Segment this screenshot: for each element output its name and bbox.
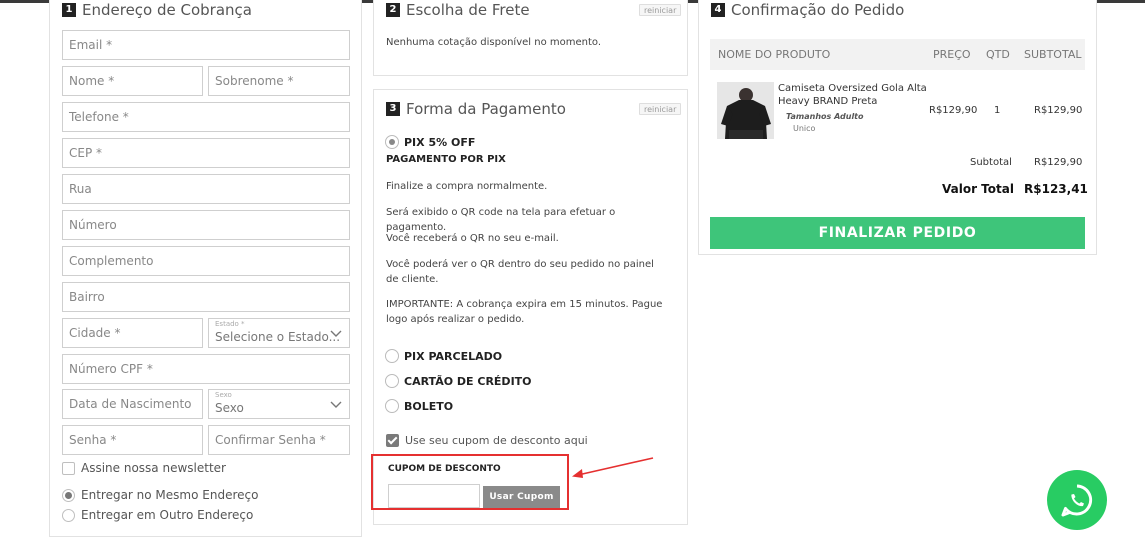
confirm-password-field[interactable]: Confirmar Senha * [208, 425, 350, 455]
chevron-down-icon [330, 330, 342, 337]
step-number: 4 [711, 3, 725, 17]
shipping-title: 2 Escolha de Frete [386, 1, 530, 19]
payment-option-label: BOLETO [404, 399, 454, 413]
complement-field[interactable]: Complemento [62, 246, 350, 276]
total-value: R$123,41 [1024, 182, 1088, 196]
billing-title-text: Endereço de Cobrança [82, 1, 252, 19]
variant-label: Tamanhos Adulto [786, 112, 864, 121]
newsletter-checkbox[interactable]: Assine nossa newsletter [62, 461, 226, 475]
red-arrow-annotation [572, 457, 654, 478]
checkbox-checked[interactable] [386, 434, 399, 447]
payment-option-credit-card[interactable]: CARTÃO DE CRÉDITO [385, 374, 532, 388]
payment-option-boleto[interactable]: BOLETO [385, 399, 453, 413]
payment-option-pix[interactable]: PIX 5% OFF [385, 135, 475, 149]
radio-selected[interactable] [385, 135, 399, 149]
use-coupon-label: Use seu cupom de desconto aqui [405, 434, 588, 447]
radio-unselected[interactable] [385, 349, 399, 363]
cep-field[interactable]: CEP * [62, 138, 350, 168]
step-number: 3 [386, 102, 400, 116]
newsletter-label: Assine nossa newsletter [81, 461, 226, 475]
state-select-label: Estado * [215, 320, 245, 328]
neighborhood-field[interactable]: Bairro [62, 282, 350, 312]
shipping-message: Nenhuma cotação disponível no momento. [386, 37, 601, 48]
state-select[interactable]: Estado * Selecione o Estado... [208, 318, 350, 348]
street-field[interactable]: Rua [62, 174, 350, 204]
checkbox-box[interactable] [62, 461, 75, 475]
product-thumbnail [717, 82, 774, 139]
variant-value: Unico [793, 124, 816, 133]
header-price: PREÇO [933, 48, 971, 61]
tshirt-image [717, 82, 774, 139]
delivery-same-radio[interactable]: Entregar no Mesmo Endereço [62, 488, 258, 502]
coupon-highlight: CUPOM DE DESCONTO Usar Cupom [371, 454, 569, 510]
cpf-field[interactable]: Número CPF * [62, 354, 350, 384]
password-field[interactable]: Senha * [62, 425, 203, 455]
pix-subtitle: PAGAMENTO POR PIX [386, 154, 506, 165]
city-field[interactable]: Cidade * [62, 318, 203, 348]
step-number: 1 [62, 3, 76, 17]
pix-instruction: Finalize a compra normalmente. [386, 181, 548, 192]
sex-select-value: Sexo [215, 401, 244, 415]
header-product: NOME DO PRODUTO [718, 48, 831, 61]
product-name: Camiseta Oversized Gola Alta [778, 83, 927, 94]
coupon-label: CUPOM DE DESCONTO [388, 464, 501, 474]
number-field[interactable]: Número [62, 210, 350, 240]
coupon-input[interactable] [388, 484, 480, 508]
first-name-field[interactable]: Nome * [62, 66, 203, 96]
birthdate-field[interactable]: Data de Nascimento [62, 389, 203, 419]
payment-option-label: PIX PARCELADO [404, 349, 503, 363]
use-coupon-button[interactable]: Usar Cupom [483, 486, 560, 508]
sex-select-label: Sexo [215, 391, 232, 399]
sex-select[interactable]: Sexo Sexo [208, 389, 350, 419]
chevron-down-icon [330, 401, 342, 408]
radio-unselected[interactable] [62, 508, 75, 522]
delivery-same-label: Entregar no Mesmo Endereço [81, 488, 259, 502]
state-select-value: Selecione o Estado... [215, 330, 341, 344]
payment-title: 3 Forma da Pagamento [386, 100, 566, 118]
order-title: 4 Confirmação do Pedido [711, 1, 904, 19]
radio-selected[interactable] [62, 488, 75, 502]
product-price: R$129,90 [929, 105, 978, 116]
total-label: Valor Total [942, 182, 1014, 196]
whatsapp-button[interactable] [1047, 470, 1107, 530]
use-coupon-checkbox[interactable]: Use seu cupom de desconto aqui [386, 434, 588, 447]
billing-title: 1 Endereço de Cobrança [62, 1, 252, 19]
email-field[interactable]: Email * [62, 30, 350, 60]
shipping-reset-button[interactable]: reiniciar [639, 4, 682, 16]
order-title-text: Confirmação do Pedido [731, 1, 905, 19]
phone-field[interactable]: Telefone * [62, 102, 350, 132]
step-number: 2 [386, 3, 400, 17]
delivery-other-radio[interactable]: Entregar em Outro Endereço [62, 508, 253, 522]
delivery-other-label: Entregar em Outro Endereço [81, 508, 254, 522]
pix-instruction: Você receberá o QR no seu e-mail. [386, 233, 559, 244]
last-name-field[interactable]: Sobrenome * [208, 66, 350, 96]
whatsapp-icon [1061, 484, 1093, 517]
payment-reset-button[interactable]: reiniciar [639, 103, 682, 115]
shipping-title-text: Escolha de Frete [406, 1, 530, 19]
pix-instruction: IMPORTANTE: A cobrança expira em 15 minu… [386, 299, 663, 325]
header-qty: QTD [986, 48, 1010, 61]
payment-option-label: CARTÃO DE CRÉDITO [404, 374, 532, 388]
pix-instruction: Você poderá ver o QR dentro do seu pedid… [386, 259, 654, 285]
radio-unselected[interactable] [385, 374, 399, 388]
subtotal-label: Subtotal [970, 157, 1012, 168]
header-subtotal: SUBTOTAL [1024, 48, 1082, 61]
payment-option-pix-parcelado[interactable]: PIX PARCELADO [385, 349, 502, 363]
product-qty: 1 [994, 105, 1001, 116]
pix-option-label: PIX 5% OFF [404, 135, 476, 149]
subtotal-value: R$129,90 [1034, 157, 1083, 168]
payment-title-text: Forma da Pagamento [406, 100, 566, 118]
product-subtotal: R$129,90 [1034, 105, 1083, 116]
radio-unselected[interactable] [385, 399, 399, 413]
shipping-panel: 2 Escolha de Frete reiniciar Nenhuma cot… [373, 0, 688, 76]
product-name: Heavy BRAND Preta [778, 96, 878, 107]
finalize-order-button[interactable]: FINALIZAR PEDIDO [710, 217, 1085, 249]
